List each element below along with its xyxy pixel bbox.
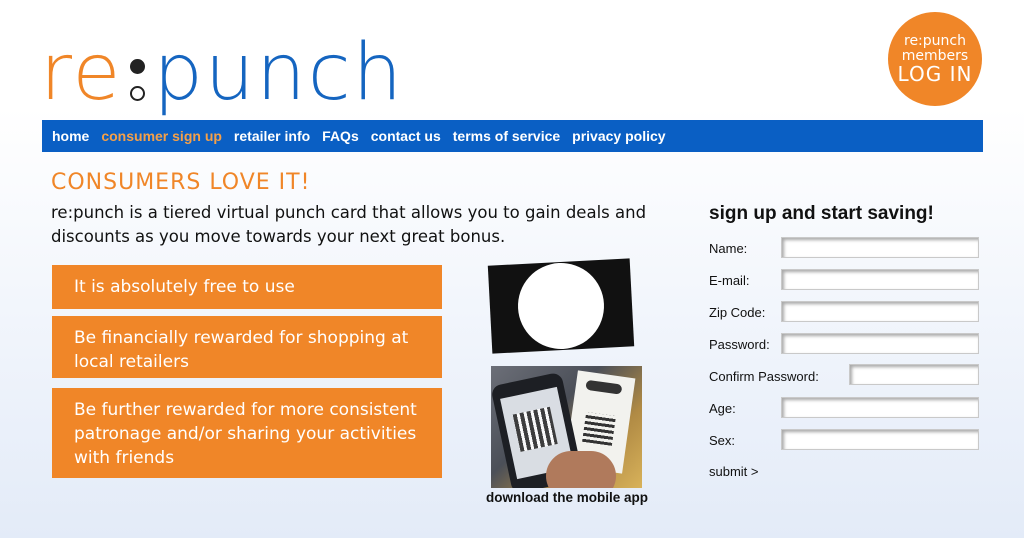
- login-line3: LOG IN: [897, 61, 973, 86]
- nav-privacy-policy[interactable]: privacy policy: [572, 128, 665, 144]
- nav-faqs[interactable]: FAQs: [322, 128, 359, 144]
- intro-text: re:punch is a tiered virtual punch card …: [51, 203, 647, 246]
- benefit-item: It is absolutely free to use: [52, 265, 442, 309]
- benefit-item: Be financially rewarded for shopping at …: [52, 316, 442, 378]
- confirm-password-label: Confirm Password:: [709, 369, 819, 384]
- age-label: Age:: [709, 401, 736, 416]
- sex-field[interactable]: [781, 429, 979, 450]
- name-field[interactable]: [781, 237, 979, 258]
- login-line1: re:punch: [904, 32, 966, 49]
- signup-form-title: sign up and start saving!: [709, 203, 934, 224]
- name-label: Name:: [709, 241, 748, 256]
- members-login-button[interactable]: re:punch members LOG IN: [888, 12, 982, 106]
- zip-code-label: Zip Code:: [709, 305, 766, 320]
- benefit-item: Be further rewarded for more consistent …: [52, 388, 442, 478]
- submit-button[interactable]: submit >: [709, 464, 759, 479]
- logo-colon-icon: [130, 59, 146, 101]
- nav-home[interactable]: home: [52, 128, 89, 144]
- zip-code-field[interactable]: [781, 301, 979, 322]
- main-nav: home consumer sign up retailer info FAQs…: [42, 120, 983, 152]
- nav-consumer-sign-up[interactable]: consumer sign up: [101, 128, 222, 144]
- confirm-password-field[interactable]: [849, 364, 979, 385]
- nav-contact-us[interactable]: contact us: [371, 128, 441, 144]
- repunch-logo[interactable]: re punch: [40, 18, 404, 113]
- nav-retailer-info[interactable]: retailer info: [234, 128, 310, 144]
- password-field[interactable]: [781, 333, 979, 354]
- download-app-link[interactable]: download the mobile app: [478, 490, 656, 505]
- hand-icon: [546, 451, 616, 488]
- password-label: Password:: [709, 337, 770, 352]
- age-field[interactable]: [781, 397, 979, 418]
- logo-re-text: re: [40, 28, 123, 118]
- page-headline: CONSUMERS LOVE IT!: [51, 170, 311, 195]
- logo-punch-text: punch: [153, 28, 405, 118]
- mobile-app-image[interactable]: [491, 366, 642, 488]
- email-label: E-mail:: [709, 273, 750, 288]
- email-field[interactable]: [781, 269, 979, 290]
- sex-label: Sex:: [709, 433, 736, 448]
- punch-card-image: [487, 258, 635, 354]
- nav-terms-of-service[interactable]: terms of service: [453, 128, 560, 144]
